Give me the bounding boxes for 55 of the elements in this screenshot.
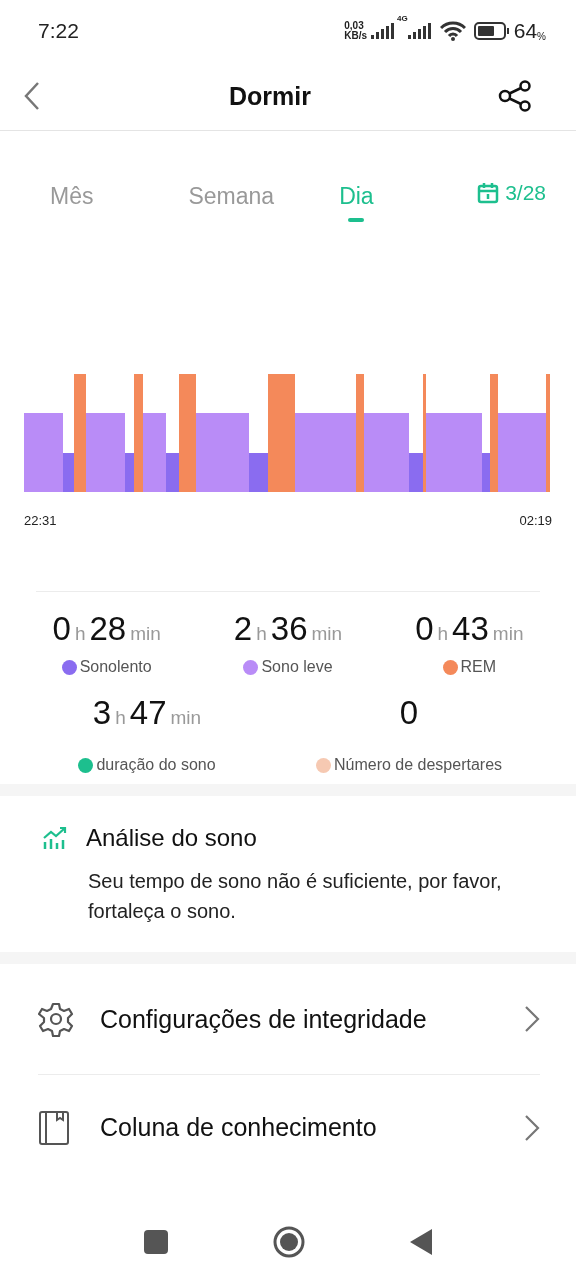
start-time: 22:31 bbox=[24, 513, 57, 528]
analysis-title: Análise do sono bbox=[86, 824, 257, 852]
battery-icon bbox=[473, 22, 510, 40]
battery-percent-unit: % bbox=[537, 31, 546, 42]
legend-label: duração do sono bbox=[96, 756, 216, 774]
share-button[interactable] bbox=[498, 80, 532, 112]
network-speed: 0,03 bbox=[344, 21, 364, 31]
battery-percent: 64 bbox=[513, 19, 538, 43]
back-nav-button[interactable] bbox=[410, 1229, 432, 1255]
date-picker[interactable]: 3/28 bbox=[477, 181, 546, 205]
status-time: 7:22 bbox=[38, 19, 80, 43]
hours-unit: h bbox=[74, 623, 86, 645]
calendar-icon bbox=[477, 182, 500, 204]
menu-item[interactable]: Coluna de conhecimento bbox=[38, 1075, 540, 1180]
hours-unit: h bbox=[256, 623, 267, 645]
wifi-icon bbox=[439, 21, 466, 41]
square-icon bbox=[144, 1230, 168, 1254]
minutes-unit: min bbox=[130, 623, 161, 645]
home-button[interactable] bbox=[273, 1226, 305, 1258]
legend-label: Sono leve bbox=[261, 658, 333, 676]
chevron-right-icon bbox=[524, 1005, 540, 1033]
settings-icon bbox=[38, 1001, 74, 1037]
hours-value: 3 bbox=[92, 694, 112, 732]
hours-value: 2 bbox=[233, 610, 253, 648]
hours-unit: h bbox=[115, 707, 126, 729]
page-title: Dormir bbox=[229, 81, 311, 111]
minutes-value: 36 bbox=[270, 610, 308, 648]
back-icon bbox=[22, 81, 42, 111]
hours-value: 0 bbox=[415, 610, 434, 648]
legend-label: REM bbox=[460, 658, 497, 676]
back-button[interactable] bbox=[22, 81, 42, 111]
minutes-value: 43 bbox=[452, 610, 489, 648]
signal-icon bbox=[407, 23, 432, 39]
minutes-value: 47 bbox=[129, 694, 167, 732]
minutes-unit: min bbox=[492, 623, 524, 645]
recent-apps-button[interactable] bbox=[144, 1230, 168, 1254]
hours-unit: h bbox=[437, 623, 449, 645]
network-type: 4G bbox=[397, 14, 408, 23]
end-time: 02:19 bbox=[519, 513, 552, 528]
minutes-unit: min bbox=[311, 623, 343, 645]
home-circle-icon bbox=[273, 1226, 305, 1258]
minutes-unit: min bbox=[170, 707, 202, 729]
count-value: 0 bbox=[399, 694, 419, 732]
trend-chart-icon bbox=[42, 826, 68, 850]
menu-item[interactable]: Configurações de integridade bbox=[38, 964, 540, 1075]
legend-label: Número de despertares bbox=[333, 756, 503, 774]
minutes-value: 28 bbox=[89, 610, 127, 648]
analysis-text: Seu tempo de sono não é suficiente, por favor, fortaleça o sono. bbox=[88, 869, 503, 924]
period-tab[interactable]: Mês bbox=[50, 182, 94, 218]
triangle-back-icon bbox=[410, 1229, 432, 1255]
hours-value: 0 bbox=[52, 610, 71, 648]
network-speed-unit: KB/s bbox=[344, 31, 368, 41]
share-icon bbox=[498, 80, 532, 112]
legend-label: Sonolento bbox=[79, 658, 152, 676]
period-tab[interactable]: Semana bbox=[188, 182, 275, 218]
